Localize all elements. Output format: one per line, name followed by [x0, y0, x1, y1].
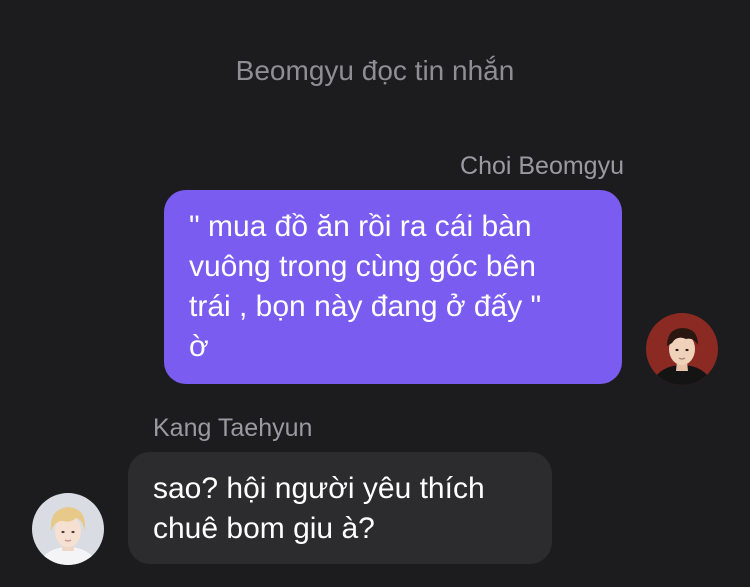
message-line: trái , bọn này đang ở đấy ": [189, 290, 542, 323]
read-receipt-status: Beomgyu đọc tin nhắn: [235, 55, 515, 86]
avatar-photo-taehyun: [32, 493, 104, 565]
message-line: " mua đồ ăn rồi ra cái bàn: [189, 210, 532, 243]
message-bubble-taehyun[interactable]: sao? hội người yêu thích chuê bom giu à?: [128, 452, 552, 564]
message-line: sao? hội người yêu thích: [153, 472, 485, 505]
message-line: vuông trong cùng góc bên: [189, 250, 536, 283]
avatar-photo-beomgyu: [646, 313, 718, 385]
message-bubble-beomgyu[interactable]: " mua đồ ăn rồi ra cái bàn vuông trong c…: [164, 190, 622, 384]
sender-name-taehyun: Kang Taehyun: [153, 414, 313, 442]
sender-name-beomgyu: Choi Beomgyu: [460, 152, 624, 180]
avatar-taehyun[interactable]: [32, 493, 104, 565]
message-line: chuê bom giu à?: [153, 512, 375, 545]
avatar-beomgyu[interactable]: [646, 313, 718, 385]
message-line: ờ: [189, 330, 209, 363]
